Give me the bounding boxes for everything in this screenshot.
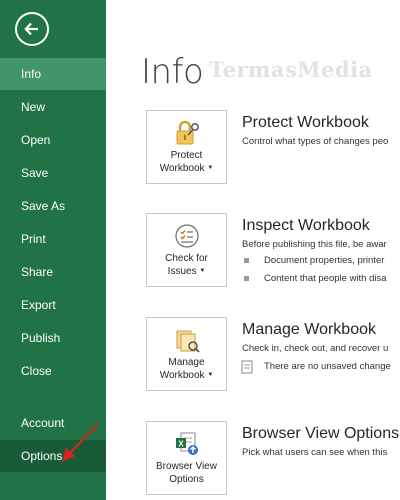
nav-open[interactable]: Open <box>0 124 106 156</box>
browser-view-options-title: Browser View Options <box>242 425 400 442</box>
inspect-bullet-1: Document properties, printer <box>264 255 385 266</box>
nav-print[interactable]: Print <box>0 223 106 255</box>
protect-workbook-label: Protect Workbook ▼ <box>159 150 214 175</box>
manage-sub-text: There are no unsaved change <box>264 361 391 372</box>
back-arrow-icon <box>24 22 38 36</box>
page-title: Info <box>141 52 204 92</box>
check-for-issues-button[interactable]: Check for Issues ▼ <box>146 213 227 287</box>
checklist-icon <box>174 224 199 248</box>
nav-save-as[interactable]: Save As <box>0 190 106 222</box>
protect-workbook-text: Control what types of changes peo <box>242 136 389 147</box>
check-for-issues-label: Check for Issues ▼ <box>165 253 208 278</box>
browser-view-options-label: Browser View Options <box>156 461 217 485</box>
watermark: TermasMedia <box>209 57 373 82</box>
lock-key-icon <box>176 120 199 145</box>
browser-view-options-button[interactable]: X Browser View Options <box>146 421 227 495</box>
manage-workbook-title: Manage Workbook <box>242 321 376 338</box>
nav-new[interactable]: New <box>0 91 106 123</box>
manage-workbook-button[interactable]: Manage Workbook ▼ <box>146 317 227 391</box>
backstage-sidebar: Info New Open Save Save As Print Share E… <box>0 0 106 500</box>
back-button[interactable] <box>15 12 49 46</box>
inspect-workbook-title: Inspect Workbook <box>242 217 370 234</box>
protect-workbook-title: Protect Workbook <box>242 114 369 131</box>
nav-close[interactable]: Close <box>0 355 106 387</box>
inspect-bullet-2: Content that people with disa <box>264 273 387 284</box>
manage-documents-icon <box>176 330 200 353</box>
info-pane: Info TermasMedia Protect Workbook ▼ Prot… <box>106 0 400 500</box>
manage-workbook-label: Manage Workbook ▼ <box>159 357 214 382</box>
inspect-workbook-text: Before publishing this file, be awar <box>242 239 387 250</box>
protect-workbook-button[interactable]: Protect Workbook ▼ <box>146 110 227 184</box>
nav-account[interactable]: Account <box>0 407 106 439</box>
nav-options[interactable]: Options <box>0 440 106 472</box>
browser-view-options-text: Pick what users can see when this <box>242 447 388 458</box>
document-icon <box>241 360 253 374</box>
nav-save[interactable]: Save <box>0 157 106 189</box>
nav-info[interactable]: Info <box>0 58 106 90</box>
dropdown-caret-icon: ▼ <box>207 165 214 171</box>
nav-share[interactable]: Share <box>0 256 106 288</box>
svg-text:X: X <box>178 440 184 449</box>
dropdown-caret-icon: ▼ <box>207 372 214 378</box>
bullet-icon <box>244 276 249 281</box>
dropdown-caret-icon: ▼ <box>199 268 206 274</box>
bullet-icon <box>244 258 249 263</box>
excel-browser-icon: X <box>175 432 198 455</box>
nav-publish[interactable]: Publish <box>0 322 106 354</box>
manage-workbook-text: Check in, check out, and recover u <box>242 343 389 354</box>
nav-export[interactable]: Export <box>0 289 106 321</box>
